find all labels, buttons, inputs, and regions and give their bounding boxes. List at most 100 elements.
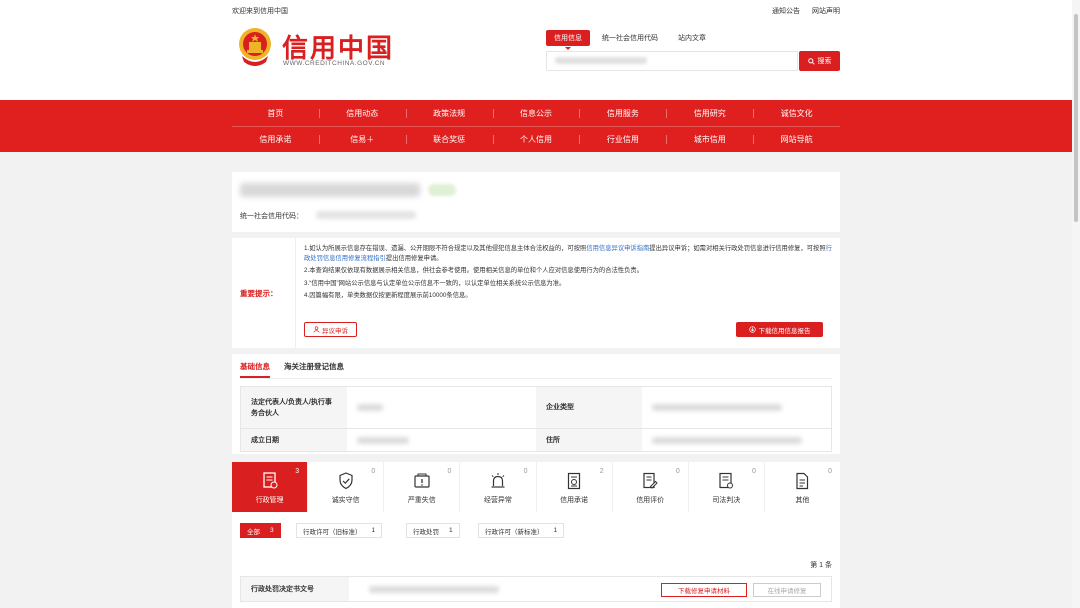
nav-personal-credit[interactable]: 个人信用	[492, 134, 580, 145]
notice-item-2: 2.本查询结果仅依现有数据展示相关信息，供社会参考使用。使用相关信息的单位和个人…	[304, 267, 643, 275]
nav-credit-news[interactable]: 信用动态	[318, 108, 406, 119]
subtab-license-old[interactable]: 行政许可（旧标准） 1	[296, 523, 383, 538]
category-business-abnormal[interactable]: 0 经营异常	[460, 462, 537, 512]
document-stamp-icon	[260, 471, 280, 491]
status-badge	[428, 184, 456, 196]
category-credit-pledge[interactable]: 2 信用承诺	[537, 462, 613, 512]
basic-info-tabs: 基础信息 海关注册登记信息	[240, 361, 344, 378]
category-count: 0	[371, 468, 376, 475]
table-row: 法定代表人/负责人/执行事务合伙人 企业类型	[241, 387, 831, 429]
notice-divider	[295, 238, 296, 348]
search-query-redacted	[555, 57, 647, 64]
nav-xinyi-plus[interactable]: 信易＋	[318, 134, 406, 145]
basic-info-card: 基础信息 海关注册登记信息 法定代表人/负责人/执行事务合伙人 企业类型 成立日…	[232, 354, 840, 454]
category-count: 2	[599, 468, 604, 475]
category-judicial[interactable]: 0 司法判决	[689, 462, 765, 512]
nav-row-2: 信用承诺 信易＋ 联合奖惩 个人信用 行业信用 城市信用 网站导航	[232, 126, 840, 152]
site-url: WWW.CREDITCHINA.GOV.CN	[283, 60, 386, 67]
search-icon	[807, 57, 815, 65]
main-nav: 首页 信用动态 政策法规 信息公示 信用服务 信用研究 诚信文化 信用承诺 信易…	[0, 100, 1080, 152]
subtab-count: 1	[449, 527, 453, 534]
category-label: 严重失信	[407, 497, 436, 504]
shield-check-icon	[336, 471, 356, 491]
nav-joint-rewards[interactable]: 联合奖惩	[405, 134, 493, 145]
page-scrollbar[interactable]	[1072, 0, 1080, 608]
tab-customs-registration[interactable]: 海关注册登记信息	[284, 361, 344, 378]
subtab-license-new[interactable]: 行政许可（新标准） 1	[478, 523, 565, 538]
legal-rep-label: 法定代表人/负责人/执行事务合伙人	[241, 387, 347, 428]
search-input[interactable]	[546, 51, 798, 71]
download-icon	[748, 326, 756, 333]
category-count: 0	[828, 468, 832, 475]
notice-item-1-text-b: 提出异议申诉；如需对相关行政处罚信息进行信用修复，可按照	[649, 245, 826, 252]
category-admin-management[interactable]: 3 行政管理	[232, 462, 309, 512]
more-document-icon	[792, 471, 812, 491]
notice-item-1-text-c: 提出信用修复申请。	[385, 254, 443, 262]
category-count: 0	[751, 468, 756, 475]
download-report-label: 下载信用信息报告	[758, 327, 811, 335]
category-count: 0	[523, 468, 528, 475]
link-statement[interactable]: 网站声明	[812, 8, 840, 15]
subtab-count: 1	[553, 527, 558, 534]
record-subtabs: 全部 3 行政许可（旧标准） 1 行政处罚 1 行政许可（新标准） 1	[232, 512, 840, 548]
download-repair-materials-button[interactable]: 下载修复申请材料	[661, 583, 747, 597]
notice-item-1: 1.如认为所展示信息存在错误、遗漏、公开期限不符合规定以及其他侵犯信息主体合法权…	[304, 244, 832, 263]
category-honest[interactable]: 0 诚实守信	[308, 462, 385, 512]
founded-date-value	[347, 429, 536, 451]
category-credit-rating[interactable]: 0 信用评价	[613, 462, 689, 512]
category-serious-dishonest[interactable]: 0 严重失信	[384, 462, 461, 512]
redacted-value	[356, 436, 409, 444]
search-tabs: 信用信息 统一社会信用代码 站内文章	[546, 30, 714, 50]
search-button[interactable]: 搜索	[799, 51, 840, 71]
nav-row-1: 首页 信用动态 政策法规 信息公示 信用服务 信用研究 诚信文化	[232, 100, 840, 126]
tab-basic-info[interactable]: 基础信息	[240, 361, 270, 378]
link-appeal-guide[interactable]: 信用信息异议申诉指南	[586, 245, 649, 252]
nav-credit-pledge[interactable]: 信用承诺	[232, 134, 319, 145]
subtab-label: 行政许可（旧标准）	[303, 528, 362, 536]
tab-credit-info[interactable]: 信用信息	[546, 30, 590, 50]
rating-document-icon	[640, 471, 660, 491]
subtab-penalty[interactable]: 行政处罚 1	[406, 523, 460, 538]
tab-credit-code[interactable]: 统一社会信用代码	[594, 30, 666, 46]
redacted-value	[651, 404, 782, 411]
category-other[interactable]: 0 其他	[765, 462, 840, 512]
tab-site-articles[interactable]: 站内文章	[670, 30, 714, 46]
nav-industry-credit[interactable]: 行业信用	[579, 134, 666, 145]
notice-item-3: 3.“信用中国”网站公示信息与认定单位公示信息不一致的，以认定单位相关系统公示信…	[304, 279, 566, 287]
nav-home[interactable]: 首页	[232, 108, 319, 119]
nav-integrity-culture[interactable]: 诚信文化	[753, 108, 840, 119]
category-count: 0	[675, 468, 680, 475]
nav-disclosure[interactable]: 信息公示	[492, 108, 580, 119]
credit-code-redacted	[316, 211, 416, 219]
category-label: 其他	[795, 497, 810, 504]
records-panel: 第 1 条 行政处罚决定书文号 下载修复申请材料 在线申请修复	[232, 548, 840, 608]
category-label: 信用评价	[636, 497, 665, 504]
download-report-button[interactable]: 下载信用信息报告	[736, 322, 823, 337]
scrollbar-thumb[interactable]	[1074, 14, 1078, 222]
nav-city-credit[interactable]: 城市信用	[666, 134, 753, 145]
subtab-label: 行政处罚	[413, 528, 439, 536]
basic-info-table: 法定代表人/负责人/执行事务合伙人 企业类型 成立日期 住所	[240, 386, 832, 452]
category-count: 0	[447, 468, 452, 475]
judgment-document-icon	[716, 471, 736, 491]
site-header: 信用中国 WWW.CREDITCHINA.GOV.CN 信用信息 统一社会信用代…	[0, 22, 1080, 100]
nav-policies[interactable]: 政策法规	[405, 108, 493, 119]
appeal-button[interactable]: 异议申诉	[304, 322, 357, 337]
nav-credit-research[interactable]: 信用研究	[666, 108, 753, 119]
nav-credit-services[interactable]: 信用服务	[579, 108, 666, 119]
table-row: 行政处罚决定书文号 下载修复申请材料 在线申请修复	[240, 576, 832, 602]
company-type-label: 企业类型	[535, 387, 642, 428]
online-repair-button[interactable]: 在线申请修复	[753, 583, 821, 597]
subtab-all[interactable]: 全部 3	[240, 523, 281, 538]
link-notices[interactable]: 通知公告	[772, 8, 800, 15]
subtab-label: 行政许可（新标准）	[485, 528, 544, 536]
notice-item-4: 4.因篇幅有限，单类数据仅按更新程度展示前10000条信息。	[304, 292, 472, 300]
redacted-value	[356, 404, 383, 411]
nav-site-map[interactable]: 网站导航	[753, 134, 840, 145]
search-button-label: 搜索	[817, 58, 832, 65]
category-count: 3	[295, 468, 300, 475]
address-label: 住所	[535, 429, 642, 451]
table-row: 成立日期 住所	[241, 429, 831, 451]
person-icon	[313, 326, 320, 333]
top-links: 通知公告 网站声明	[762, 6, 840, 16]
